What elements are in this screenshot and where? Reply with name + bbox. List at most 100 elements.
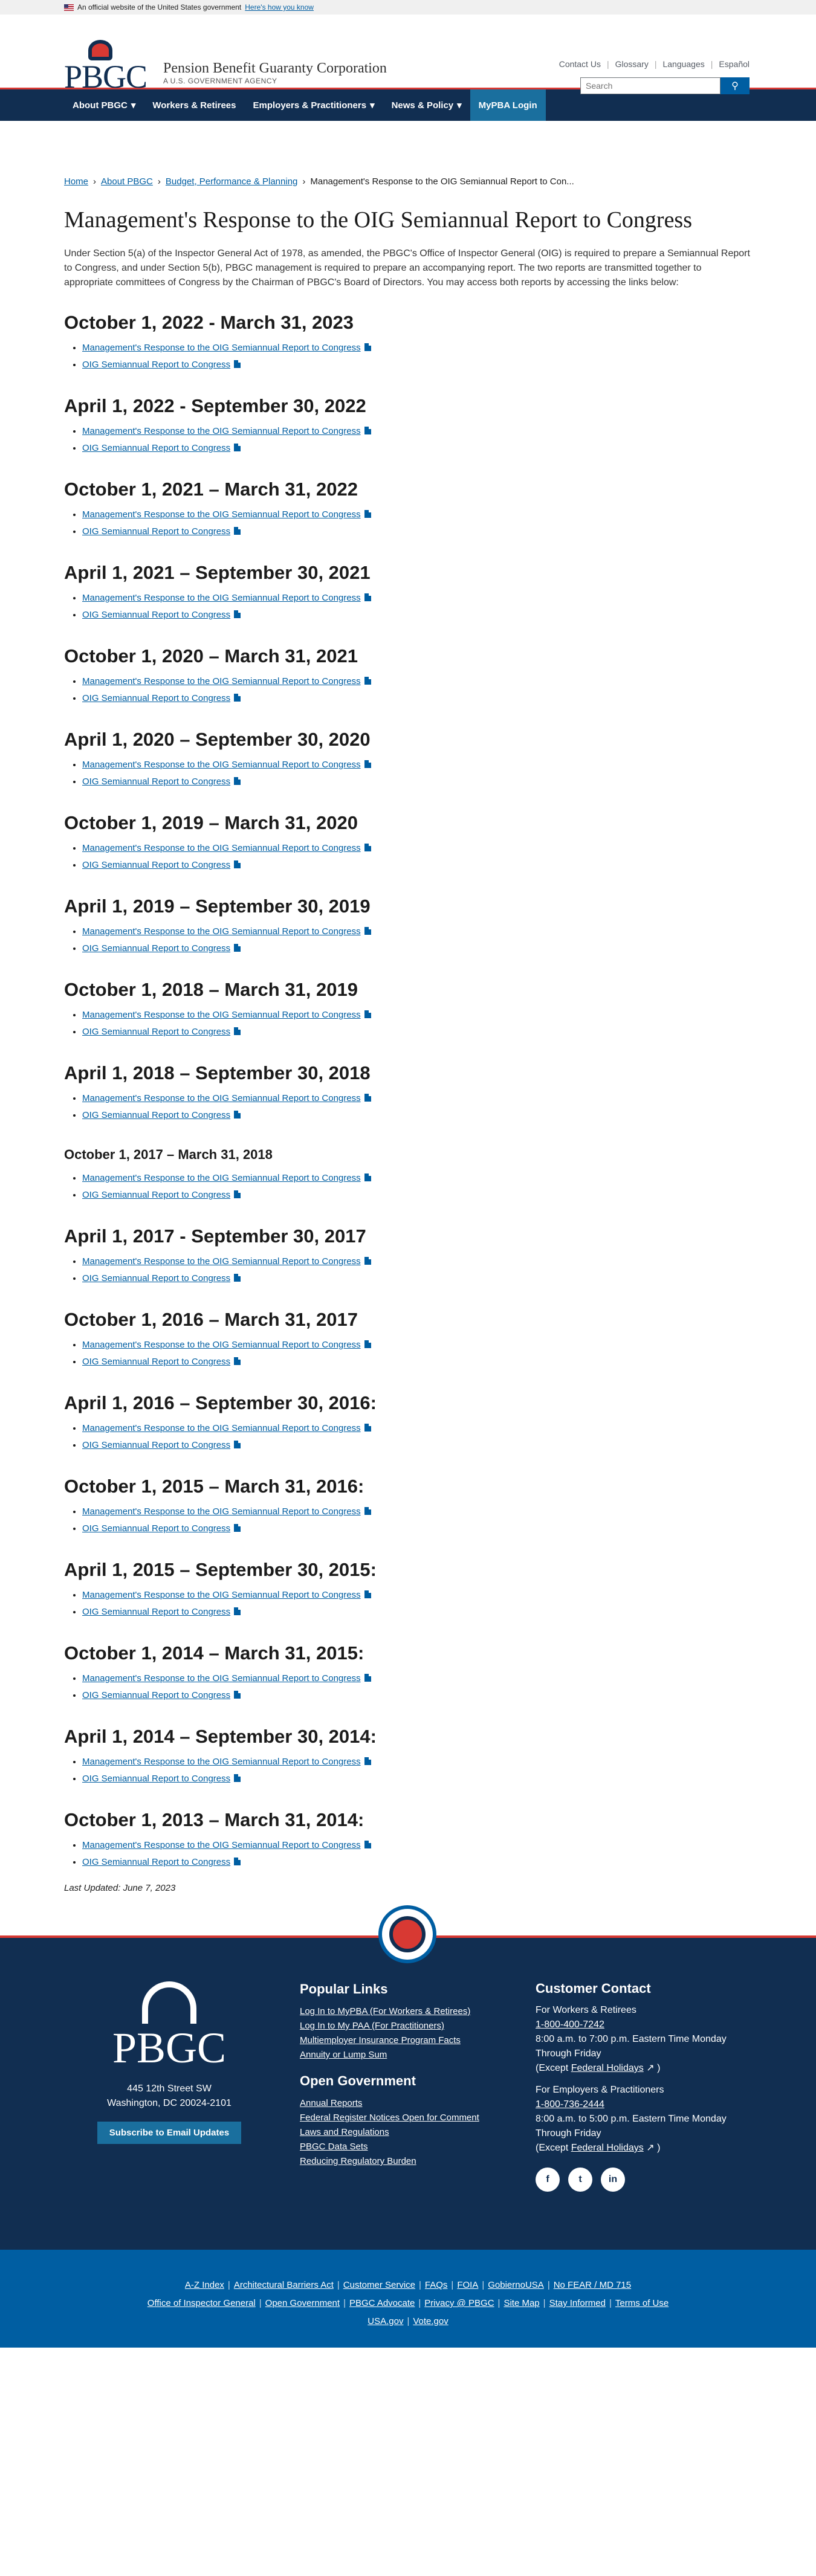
oig-report-link[interactable]: OIG Semiannual Report to Congress bbox=[82, 1690, 230, 1700]
oig-report-link[interactable]: OIG Semiannual Report to Congress bbox=[82, 1607, 230, 1617]
search-button[interactable]: ⚲ bbox=[720, 77, 750, 94]
linkedin-icon[interactable]: in bbox=[601, 2168, 625, 2192]
site-logo[interactable]: PBGC Pension Benefit Guaranty Corporatio… bbox=[64, 40, 387, 95]
open-gov-link[interactable]: Laws and Regulations bbox=[300, 2125, 517, 2140]
nav-mypba-login[interactable]: MyPBA Login bbox=[470, 89, 546, 121]
list-item: OIG Semiannual Report to Congress bbox=[82, 940, 752, 957]
footer-bottom-link[interactable]: GobiernoUSA bbox=[488, 2280, 544, 2290]
list-item: OIG Semiannual Report to Congress bbox=[82, 773, 752, 790]
oig-report-link[interactable]: OIG Semiannual Report to Congress bbox=[82, 1110, 230, 1120]
management-response-link[interactable]: Management's Response to the OIG Semiann… bbox=[82, 1010, 361, 1020]
oig-report-link[interactable]: OIG Semiannual Report to Congress bbox=[82, 1774, 230, 1784]
list-item: OIG Semiannual Report to Congress bbox=[82, 1270, 752, 1287]
management-response-link[interactable]: Management's Response to the OIG Semiann… bbox=[82, 1673, 361, 1683]
management-response-link[interactable]: Management's Response to the OIG Semiann… bbox=[82, 593, 361, 603]
footer-bottom-link[interactable]: FAQs bbox=[425, 2280, 448, 2290]
pdf-icon bbox=[364, 1674, 371, 1682]
management-response-link[interactable]: Management's Response to the OIG Semiann… bbox=[82, 760, 361, 770]
contact-us-link[interactable]: Contact Us bbox=[559, 59, 601, 69]
management-response-link[interactable]: Management's Response to the OIG Semiann… bbox=[82, 509, 361, 520]
management-response-link[interactable]: Management's Response to the OIG Semiann… bbox=[82, 676, 361, 686]
oig-report-link[interactable]: OIG Semiannual Report to Congress bbox=[82, 1523, 230, 1534]
period-heading: April 1, 2016 – September 30, 2016: bbox=[64, 1392, 377, 1413]
oig-report-link[interactable]: OIG Semiannual Report to Congress bbox=[82, 1857, 230, 1867]
management-response-link[interactable]: Management's Response to the OIG Semiann… bbox=[82, 1757, 361, 1767]
twitter-icon[interactable]: t bbox=[568, 2168, 592, 2192]
oig-report-link[interactable]: OIG Semiannual Report to Congress bbox=[82, 693, 230, 703]
open-gov-link[interactable]: Reducing Regulatory Burden bbox=[300, 2154, 517, 2169]
report-links: Management's Response to the OIG Semiann… bbox=[64, 590, 752, 624]
oig-report-link[interactable]: OIG Semiannual Report to Congress bbox=[82, 860, 230, 870]
facebook-icon[interactable]: f bbox=[536, 2168, 560, 2192]
workers-phone-link[interactable]: 1-800-400-7242 bbox=[536, 2019, 604, 2030]
chevron-down-icon: ▾ bbox=[370, 100, 375, 111]
footer-bottom-link[interactable]: PBGC Advocate bbox=[349, 2298, 415, 2308]
popular-link[interactable]: Annuity or Lump Sum bbox=[300, 2048, 517, 2062]
management-response-link[interactable]: Management's Response to the OIG Semiann… bbox=[82, 1840, 361, 1850]
footer-bottom-link[interactable]: Terms of Use bbox=[615, 2298, 669, 2308]
footer-bottom-link[interactable]: Customer Service bbox=[343, 2280, 415, 2290]
management-response-link[interactable]: Management's Response to the OIG Semiann… bbox=[82, 1506, 361, 1517]
oig-report-link[interactable]: OIG Semiannual Report to Congress bbox=[82, 776, 230, 787]
footer-bottom-link[interactable]: FOIA bbox=[457, 2280, 478, 2290]
footer-bottom-link[interactable]: A-Z Index bbox=[185, 2280, 224, 2290]
oig-report-link[interactable]: OIG Semiannual Report to Congress bbox=[82, 1440, 230, 1450]
footer-bottom-link[interactable]: Stay Informed bbox=[549, 2298, 606, 2308]
popular-link[interactable]: Log In to MyPBA (For Workers & Retirees) bbox=[300, 2004, 517, 2019]
nav-news[interactable]: News & Policy ▾ bbox=[383, 89, 470, 121]
open-gov-link[interactable]: Federal Register Notices Open for Commen… bbox=[300, 2111, 517, 2125]
management-response-link[interactable]: Management's Response to the OIG Semiann… bbox=[82, 1256, 361, 1267]
footer-bottom-link[interactable]: No FEAR / MD 715 bbox=[554, 2280, 631, 2290]
pdf-icon bbox=[364, 593, 371, 601]
management-response-link[interactable]: Management's Response to the OIG Semiann… bbox=[82, 1590, 361, 1600]
oig-report-link[interactable]: OIG Semiannual Report to Congress bbox=[82, 360, 230, 370]
management-response-link[interactable]: Management's Response to the OIG Semiann… bbox=[82, 1093, 361, 1103]
management-response-link[interactable]: Management's Response to the OIG Semiann… bbox=[82, 1173, 361, 1183]
open-gov-link[interactable]: PBGC Data Sets bbox=[300, 2140, 517, 2154]
management-response-link[interactable]: Management's Response to the OIG Semiann… bbox=[82, 426, 361, 436]
popular-link[interactable]: Multiemployer Insurance Program Facts bbox=[300, 2033, 517, 2048]
oig-report-link[interactable]: OIG Semiannual Report to Congress bbox=[82, 1273, 230, 1283]
languages-link[interactable]: Languages bbox=[662, 59, 704, 69]
pdf-icon bbox=[234, 944, 241, 952]
footer-bottom-link[interactable]: Privacy @ PBGC bbox=[424, 2298, 494, 2308]
footer-bottom-link[interactable]: Vote.gov bbox=[413, 2316, 448, 2326]
list-item: Management's Response to the OIG Semiann… bbox=[82, 757, 752, 773]
employers-phone-link[interactable]: 1-800-736-2444 bbox=[536, 2099, 604, 2110]
management-response-link[interactable]: Management's Response to the OIG Semiann… bbox=[82, 1423, 361, 1433]
oig-report-link[interactable]: OIG Semiannual Report to Congress bbox=[82, 1027, 230, 1037]
org-name: Pension Benefit Guaranty Corporation bbox=[163, 60, 387, 76]
footer-bottom-link[interactable]: Architectural Barriers Act bbox=[234, 2280, 334, 2290]
pdf-icon bbox=[364, 343, 371, 351]
management-response-link[interactable]: Management's Response to the OIG Semiann… bbox=[82, 926, 361, 937]
oig-report-link[interactable]: OIG Semiannual Report to Congress bbox=[82, 1357, 230, 1367]
pdf-icon bbox=[234, 1027, 241, 1035]
espanol-link[interactable]: Español bbox=[719, 59, 750, 69]
glossary-link[interactable]: Glossary bbox=[615, 59, 649, 69]
holidays-link-2[interactable]: Federal Holidays bbox=[571, 2143, 644, 2153]
page-title: Management's Response to the OIG Semiann… bbox=[64, 207, 693, 233]
footer-bottom-link[interactable]: Open Government bbox=[265, 2298, 340, 2308]
holidays-link[interactable]: Federal Holidays bbox=[571, 2063, 644, 2073]
popular-link[interactable]: Log In to My PAA (For Practitioners) bbox=[300, 2019, 517, 2033]
oig-report-link[interactable]: OIG Semiannual Report to Congress bbox=[82, 1190, 230, 1200]
oig-report-link[interactable]: OIG Semiannual Report to Congress bbox=[82, 526, 230, 537]
footer-bottom-link[interactable]: USA.gov bbox=[368, 2316, 403, 2326]
management-response-link[interactable]: Management's Response to the OIG Semiann… bbox=[82, 843, 361, 853]
oig-report-link[interactable]: OIG Semiannual Report to Congress bbox=[82, 443, 230, 453]
footer-bottom-link[interactable]: Site Map bbox=[504, 2298, 539, 2308]
breadcrumb-about[interactable]: About PBGC bbox=[101, 176, 153, 187]
oig-report-link[interactable]: OIG Semiannual Report to Congress bbox=[82, 943, 230, 954]
heres-how-link[interactable]: Here's how you know bbox=[245, 3, 314, 11]
list-item: Management's Response to the OIG Semiann… bbox=[82, 423, 752, 440]
footer-bottom-link[interactable]: Office of Inspector General bbox=[147, 2298, 256, 2308]
open-gov-link[interactable]: Annual Reports bbox=[300, 2096, 517, 2111]
search-input[interactable] bbox=[580, 77, 720, 94]
breadcrumb-home[interactable]: Home bbox=[64, 176, 88, 187]
subscribe-button[interactable]: Subscribe to Email Updates bbox=[97, 2122, 242, 2144]
breadcrumb-budget[interactable]: Budget, Performance & Planning bbox=[166, 176, 297, 187]
footer-bottom: A-Z Index | Architectural Barriers Act | Cus… bbox=[0, 2250, 816, 2348]
management-response-link[interactable]: Management's Response to the OIG Semiann… bbox=[82, 1340, 361, 1350]
oig-report-link[interactable]: OIG Semiannual Report to Congress bbox=[82, 610, 230, 620]
management-response-link[interactable]: Management's Response to the OIG Semiann… bbox=[82, 343, 361, 353]
